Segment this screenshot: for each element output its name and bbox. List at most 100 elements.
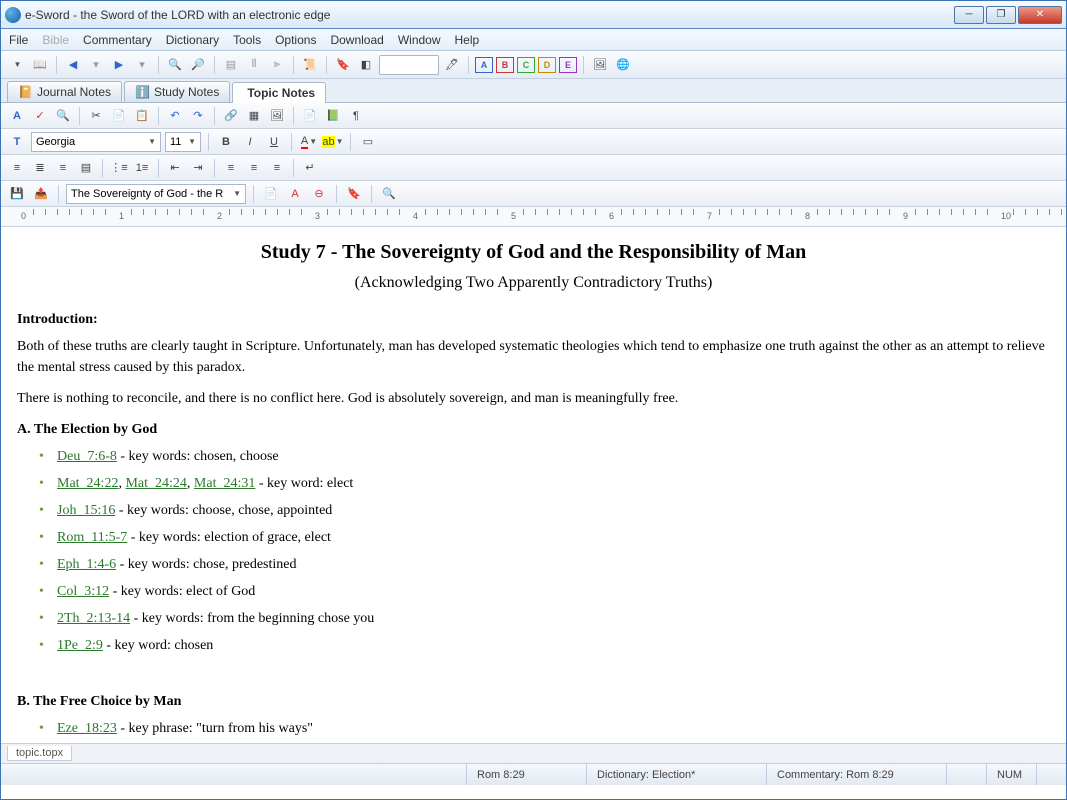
zoom-icon[interactable]: 🔍 (379, 184, 399, 204)
font-a-icon[interactable]: A (7, 106, 27, 126)
binoculars-icon[interactable]: 🔍 (165, 55, 185, 75)
tag-icon[interactable]: 🔖 (333, 55, 353, 75)
align-right-icon[interactable]: ≡ (53, 158, 73, 178)
menu-commentary[interactable]: Commentary (83, 33, 152, 47)
font-select[interactable]: Georgia▼ (31, 132, 161, 152)
menu-tools[interactable]: Tools (233, 33, 261, 47)
scroll-icon[interactable]: 📜 (300, 55, 320, 75)
verse-ref[interactable]: Mat_24:24 (125, 476, 186, 491)
marker-icon[interactable]: 🖊 (442, 55, 462, 75)
new-topic-icon[interactable]: 📄 (261, 184, 281, 204)
menu-bible[interactable]: Bible (42, 33, 69, 47)
binoculars2-icon[interactable]: 🔎 (188, 55, 208, 75)
menu-file[interactable]: File (9, 33, 28, 47)
rename-topic-icon[interactable]: A (285, 184, 305, 204)
font-t-icon[interactable]: T (7, 132, 27, 152)
highlight-dropdown[interactable] (379, 55, 439, 75)
topic-select[interactable]: The Sovereignty of God - the R▼ (66, 184, 246, 204)
file-tab[interactable]: topic.topx (7, 746, 72, 761)
align-center-icon[interactable]: ≣ (30, 158, 50, 178)
font-toolbar: T Georgia▼ 11▼ B I U A▼ ab▼ ▭ (1, 129, 1066, 155)
clear-format-icon[interactable]: ▭ (358, 132, 378, 152)
size-select[interactable]: 11▼ (165, 132, 201, 152)
menu-help[interactable]: Help (455, 33, 480, 47)
verse-ref[interactable]: 2Th_2:13-14 (57, 611, 130, 626)
menu-dictionary[interactable]: Dictionary (166, 33, 219, 47)
undo-icon[interactable]: ↶ (165, 106, 185, 126)
color-c[interactable]: C (517, 57, 535, 73)
ruler[interactable]: 012345678910 (1, 207, 1066, 227)
list-b: Eze_18:23 - key phrase: "turn from his w… (17, 718, 1050, 743)
verse-ref[interactable]: Mat_24:22 (57, 476, 118, 491)
menu-window[interactable]: Window (398, 33, 441, 47)
app-icon (5, 7, 21, 23)
indent-dec-icon[interactable]: ⇤ (165, 158, 185, 178)
nav-back-icon[interactable]: ◀ (63, 55, 83, 75)
underline-button[interactable]: U (264, 132, 284, 152)
line-spacing1-icon[interactable]: ≡ (221, 158, 241, 178)
close-button[interactable]: ✕ (1018, 6, 1062, 24)
highlight-button[interactable]: ab▼ (323, 132, 343, 152)
color-e[interactable]: E (559, 57, 577, 73)
find-replace-icon[interactable]: 🔍 (53, 106, 73, 126)
pilcrow-icon[interactable]: ¶ (346, 106, 366, 126)
bullet-list-icon[interactable]: ⋮≡ (109, 158, 129, 178)
intro-p1: Both of these truths are clearly taught … (17, 336, 1050, 378)
image-icon[interactable]: 🖼 (590, 55, 610, 75)
verse-ref[interactable]: 1Pe_2:9 (57, 638, 103, 653)
tab-topic-notes[interactable]: Topic Notes (232, 82, 326, 103)
parallel-icon[interactable]: ⫸ (267, 55, 287, 75)
font-color-button[interactable]: A▼ (299, 132, 319, 152)
split-icon[interactable]: ▾ (86, 55, 106, 75)
verse-ref[interactable]: Eph_1:4-6 (57, 557, 116, 572)
link-icon[interactable]: 🔗 (221, 106, 241, 126)
verse-ref[interactable]: Eze_18:23 (57, 721, 117, 736)
indent-inc-icon[interactable]: ⇥ (188, 158, 208, 178)
compare-icon[interactable]: ⫴ (244, 55, 264, 75)
split2-icon[interactable]: ▾ (132, 55, 152, 75)
minimize-button[interactable]: ─ (954, 6, 984, 24)
menu-download[interactable]: Download (330, 33, 383, 47)
dropdown-icon[interactable]: ▼ (7, 55, 27, 75)
page-icon[interactable]: 📄 (300, 106, 320, 126)
table-icon[interactable]: ▦ (244, 106, 264, 126)
align-left-icon[interactable]: ≡ (7, 158, 27, 178)
globe-icon[interactable]: 🌐 (613, 55, 633, 75)
book2-icon[interactable]: 📗 (323, 106, 343, 126)
align-justify-icon[interactable]: ▤ (76, 158, 96, 178)
spellcheck-icon[interactable]: ✓ (30, 106, 50, 126)
verse-ref[interactable]: Col_3:12 (57, 584, 109, 599)
verse-list-icon[interactable]: ▤ (221, 55, 241, 75)
insert-image-icon[interactable]: 🖼 (267, 106, 287, 126)
nav-fwd-icon[interactable]: ▶ (109, 55, 129, 75)
tab-study-notes[interactable]: ℹ️Study Notes (124, 81, 230, 102)
paste-icon[interactable]: 📋 (132, 106, 152, 126)
color-d[interactable]: D (538, 57, 556, 73)
outdent-icon[interactable]: ↵ (300, 158, 320, 178)
verse-ref[interactable]: Deu_7:6-8 (57, 449, 117, 464)
maximize-button[interactable]: ❐ (986, 6, 1016, 24)
italic-button[interactable]: I (240, 132, 260, 152)
menu-options[interactable]: Options (275, 33, 316, 47)
tab-journal-notes[interactable]: 📔Journal Notes (7, 81, 122, 102)
redo-icon[interactable]: ↷ (188, 106, 208, 126)
book-icon[interactable]: 📖 (30, 55, 50, 75)
verse-ref[interactable]: Joh_15:16 (57, 503, 115, 518)
export-icon[interactable]: 📤 (31, 184, 51, 204)
number-list-icon[interactable]: 1≡ (132, 158, 152, 178)
line-spacing15-icon[interactable]: ≡ (244, 158, 264, 178)
mark-topic-icon[interactable]: 🔖 (344, 184, 364, 204)
verse-ref[interactable]: Mat_24:31 (194, 476, 255, 491)
cut-icon[interactable]: ✂ (86, 106, 106, 126)
bold-button[interactable]: B (216, 132, 236, 152)
copy-icon[interactable]: 📄 (109, 106, 129, 126)
editor-content[interactable]: Study 7 - The Sovereignty of God and the… (1, 227, 1066, 743)
delete-topic-icon[interactable]: ⊖ (309, 184, 329, 204)
eraser-icon[interactable]: ◧ (356, 55, 376, 75)
save-icon[interactable]: 💾 (7, 184, 27, 204)
color-b[interactable]: B (496, 57, 514, 73)
line-spacing2-icon[interactable]: ≡ (267, 158, 287, 178)
section-a: A. The Election by God (17, 419, 1050, 440)
verse-ref[interactable]: Rom_11:5-7 (57, 530, 127, 545)
color-a[interactable]: A (475, 57, 493, 73)
